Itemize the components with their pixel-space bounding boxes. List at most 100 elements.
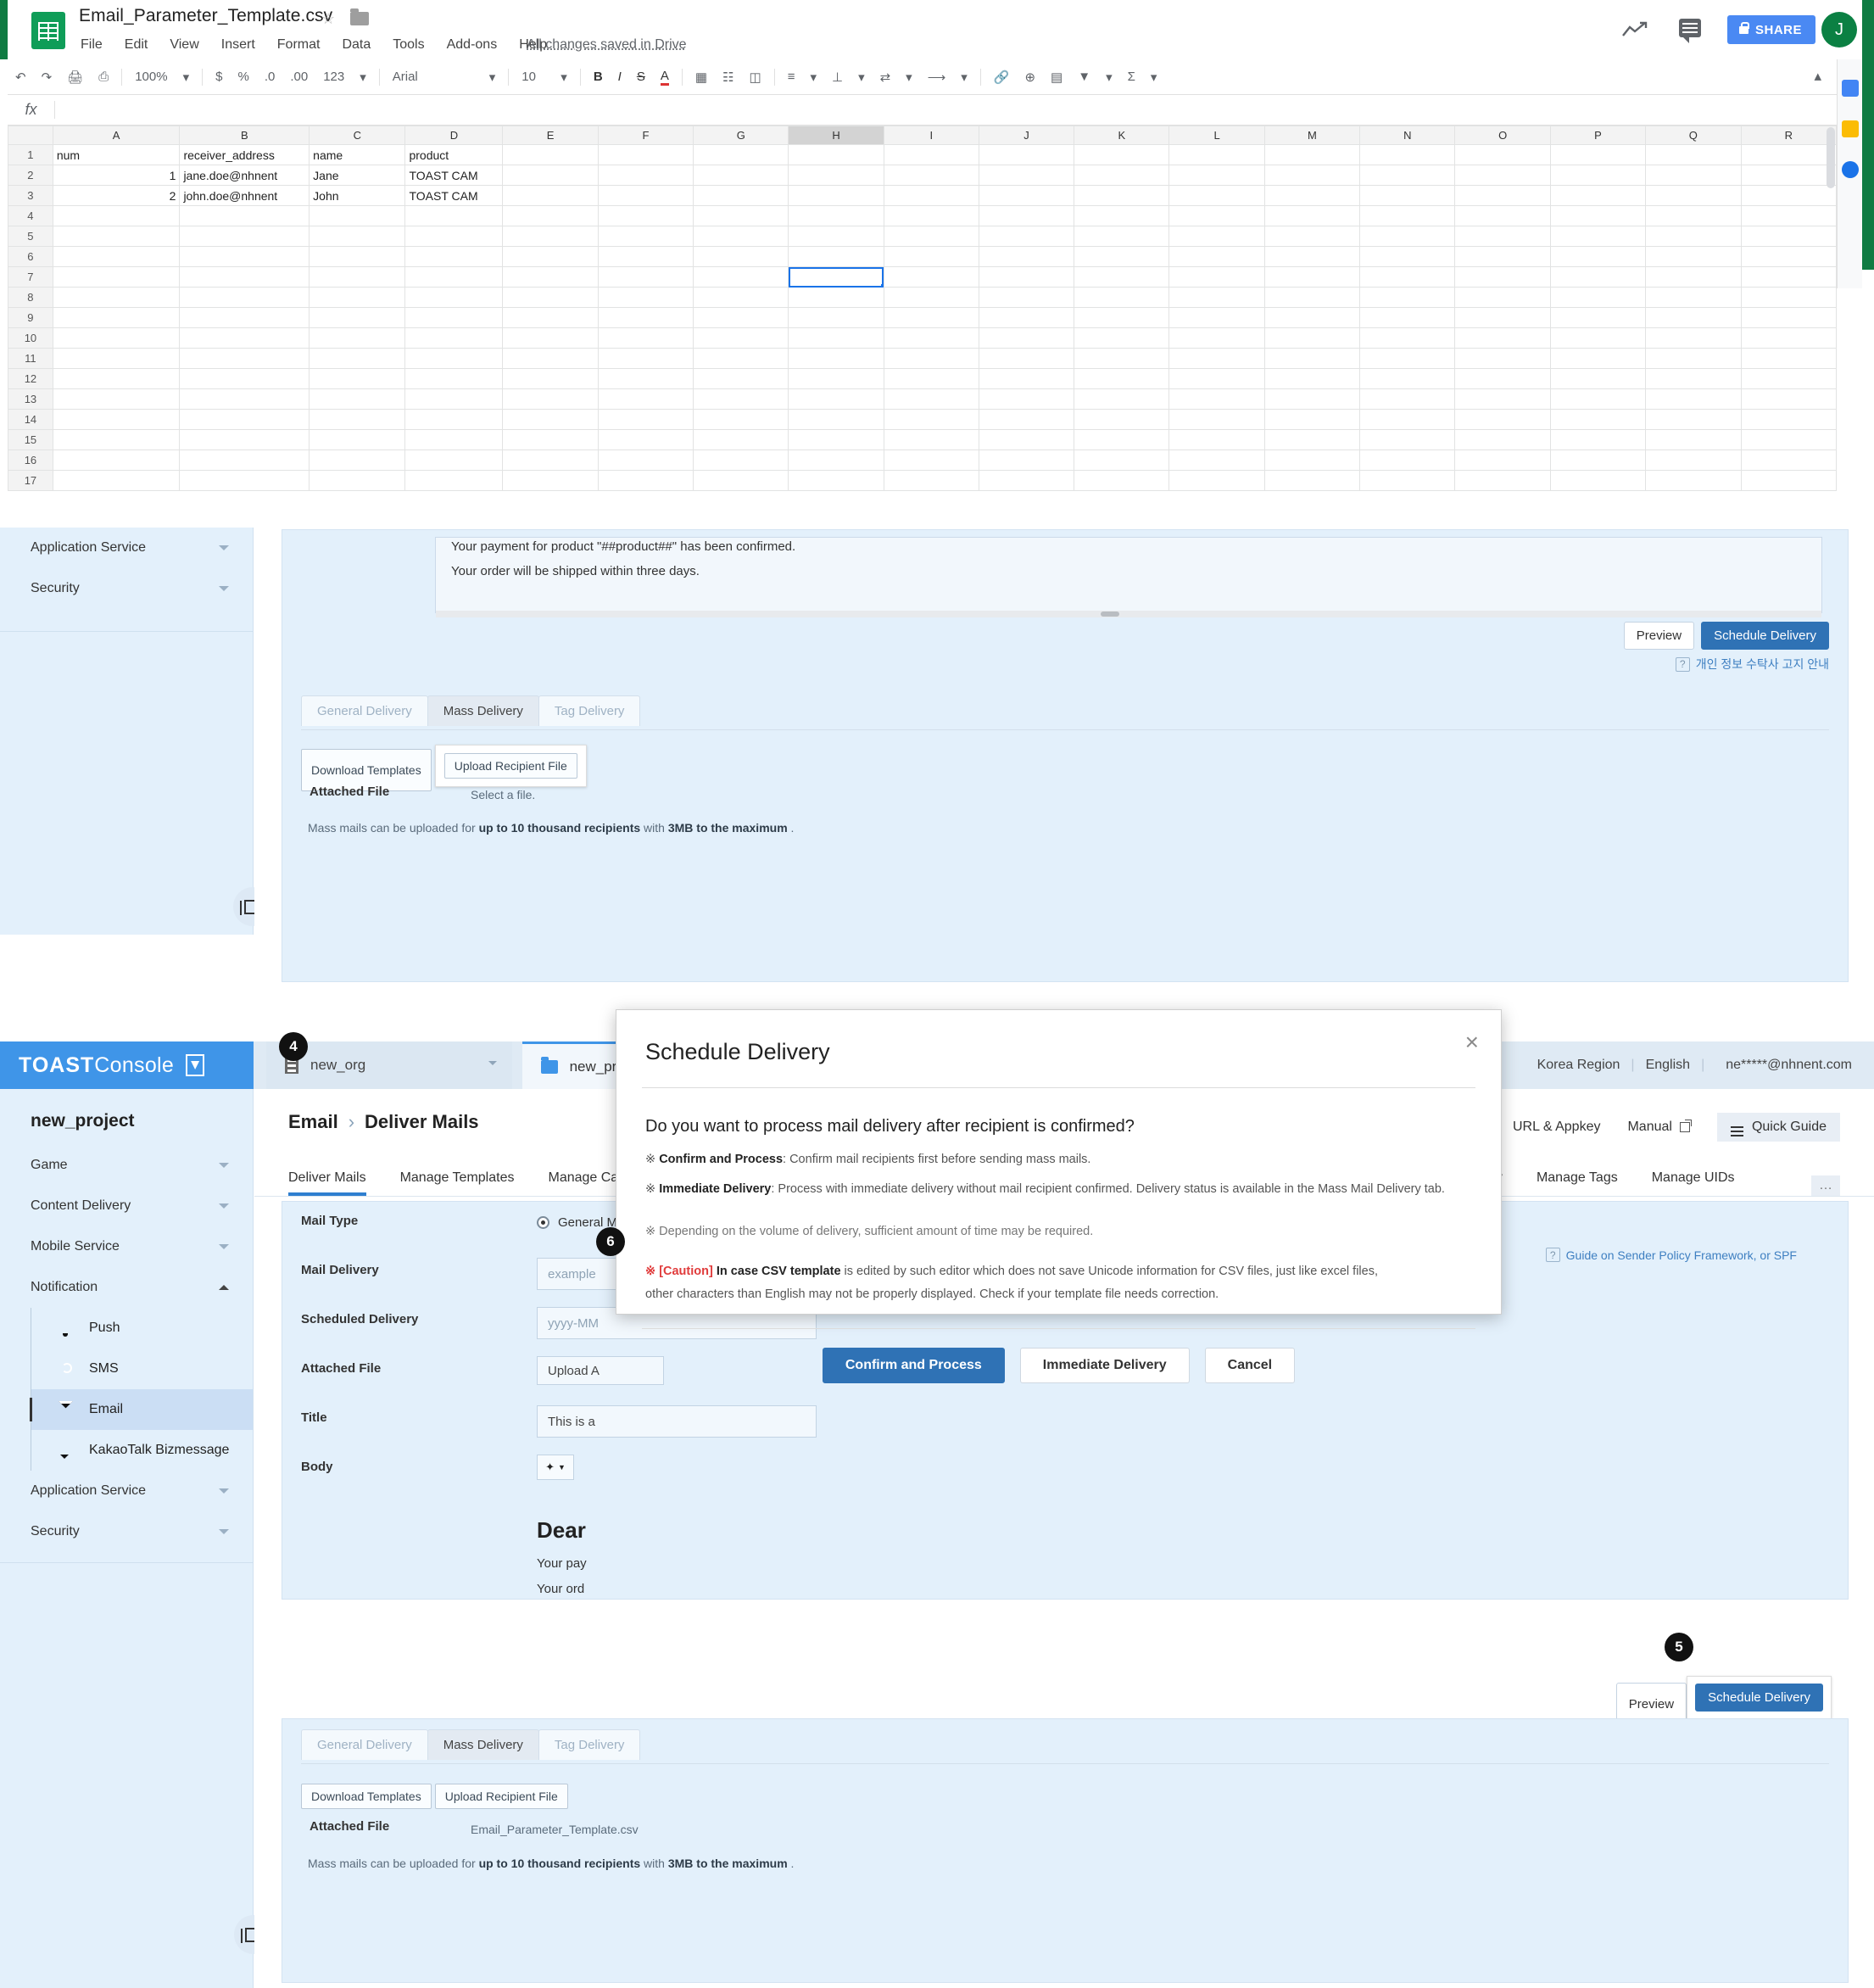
sheet-cell[interactable]	[53, 389, 180, 410]
sheet-cell[interactable]	[1455, 165, 1550, 186]
sheet-cell[interactable]	[1646, 328, 1741, 349]
comment-icon[interactable]	[1679, 19, 1701, 37]
sheet-cell[interactable]	[1264, 471, 1359, 491]
vertical-scrollbar[interactable]	[1827, 127, 1835, 188]
formula-bar[interactable]: fx	[8, 95, 1837, 126]
sheet-cell[interactable]	[503, 145, 598, 165]
sheet-cell[interactable]	[1074, 145, 1169, 165]
row-header[interactable]: 4	[8, 206, 53, 226]
sheet-cell[interactable]	[503, 247, 598, 267]
download-templates-button[interactable]: Download Templates	[301, 1784, 432, 1809]
sheet-cell[interactable]	[789, 247, 884, 267]
sheet-cell[interactable]	[979, 328, 1074, 349]
menu-addons[interactable]: Add-ons	[447, 37, 498, 52]
sheet-cell[interactable]	[1455, 308, 1550, 328]
sheet-cell[interactable]	[503, 328, 598, 349]
sheet-cell[interactable]	[1550, 165, 1645, 186]
sheet-cell[interactable]	[503, 165, 598, 186]
strikethrough-icon[interactable]: S	[637, 70, 645, 84]
sheet-cell[interactable]	[405, 267, 503, 288]
filter-icon[interactable]: ▼	[1078, 70, 1090, 84]
text-rotation-caret-icon[interactable]: ▾	[961, 70, 968, 85]
sheet-cell[interactable]	[1360, 186, 1455, 206]
align-caret-icon[interactable]: ▾	[810, 70, 817, 85]
sheet-cell[interactable]	[1741, 288, 1836, 308]
menu-view[interactable]: View	[170, 37, 198, 52]
col-header-I[interactable]: I	[884, 126, 979, 145]
sheet-cell[interactable]	[1074, 410, 1169, 430]
sheet-cell[interactable]	[1074, 186, 1169, 206]
sheet-cell[interactable]	[310, 450, 405, 471]
sheet-cell[interactable]	[1455, 430, 1550, 450]
sheet-cell[interactable]	[1455, 226, 1550, 247]
sheet-cell[interactable]	[53, 328, 180, 349]
col-header-P[interactable]: P	[1550, 126, 1645, 145]
text-wrap-icon[interactable]: ⇄	[880, 70, 891, 85]
italic-icon[interactable]: I	[618, 70, 622, 84]
sheet-cell[interactable]	[1264, 389, 1359, 410]
sheet-cell[interactable]	[1169, 145, 1264, 165]
tab-manage-templates[interactable]: Manage Templates	[400, 1170, 533, 1196]
sheet-cell[interactable]	[789, 186, 884, 206]
sheet-cell[interactable]	[979, 389, 1074, 410]
sheet-cell[interactable]	[310, 349, 405, 369]
sheet-cell[interactable]	[1169, 471, 1264, 491]
schedule-delivery-button[interactable]: Schedule Delivery	[1701, 622, 1829, 650]
tasks-addon-icon[interactable]	[1842, 161, 1859, 178]
toast-console-logo[interactable]: TOAST Console	[0, 1041, 254, 1089]
row-header[interactable]: 7	[8, 267, 53, 288]
sheet-cell[interactable]	[694, 247, 789, 267]
sheet-cell[interactable]	[1264, 328, 1359, 349]
sheet-cell[interactable]	[1741, 410, 1836, 430]
sheet-cell[interactable]	[1741, 369, 1836, 389]
sheet-cell[interactable]	[884, 226, 979, 247]
menu-data[interactable]: Data	[342, 37, 371, 52]
row-header[interactable]: 5	[8, 226, 53, 247]
sheet-cell[interactable]	[1169, 288, 1264, 308]
sheet-cell[interactable]	[1264, 369, 1359, 389]
sheet-cell[interactable]	[1646, 450, 1741, 471]
sheet-cell[interactable]	[979, 369, 1074, 389]
sheet-cell[interactable]	[1550, 410, 1645, 430]
sheet-cell[interactable]	[884, 450, 979, 471]
menu-edit[interactable]: Edit	[125, 37, 148, 52]
sheet-cell[interactable]	[180, 471, 310, 491]
sidebar-item-application-service[interactable]: Application Service	[0, 528, 253, 568]
sheet-cell[interactable]	[1169, 206, 1264, 226]
sheet-cell[interactable]	[180, 369, 310, 389]
text-color-icon[interactable]: A	[661, 69, 669, 86]
col-header-K[interactable]: K	[1074, 126, 1169, 145]
sheet-cell[interactable]	[694, 308, 789, 328]
sheet-cell[interactable]	[53, 308, 180, 328]
sheet-cell[interactable]	[598, 389, 693, 410]
sheet-cell[interactable]	[53, 430, 180, 450]
url-appkey-link[interactable]: URL & Appkey	[1513, 1120, 1600, 1135]
font-caret-icon[interactable]: ▾	[489, 70, 496, 85]
sheet-cell[interactable]	[1074, 165, 1169, 186]
star-icon[interactable]: ☆	[321, 10, 335, 28]
sheet-cell[interactable]	[503, 226, 598, 247]
filter-caret-icon[interactable]: ▾	[1106, 70, 1113, 85]
sheet-cell[interactable]	[180, 450, 310, 471]
row-header[interactable]: 10	[8, 328, 53, 349]
fill-color-icon[interactable]: ▦	[695, 70, 707, 85]
sheet-cell[interactable]	[694, 389, 789, 410]
row-header[interactable]: 11	[8, 349, 53, 369]
sheet-cell[interactable]	[979, 450, 1074, 471]
sheet-cell[interactable]	[1550, 328, 1645, 349]
sheet-cell[interactable]	[180, 410, 310, 430]
sheet-cell[interactable]	[503, 369, 598, 389]
menu-format[interactable]: Format	[277, 37, 321, 52]
sheet-cell[interactable]	[694, 267, 789, 288]
share-button[interactable]: SHARE	[1727, 15, 1815, 44]
sheet-cell[interactable]	[1550, 145, 1645, 165]
sheet-cell[interactable]	[1550, 288, 1645, 308]
sheet-cell[interactable]	[979, 308, 1074, 328]
tab-manage-tags[interactable]: Manage Tags	[1537, 1170, 1637, 1196]
radio-general-mail[interactable]	[537, 1216, 549, 1229]
sheet-cell[interactable]	[694, 226, 789, 247]
sheet-cell[interactable]	[1455, 186, 1550, 206]
sheet-cell[interactable]	[884, 145, 979, 165]
sheet-cell[interactable]	[1741, 226, 1836, 247]
paint-format-icon[interactable]: ⎙	[98, 70, 109, 84]
